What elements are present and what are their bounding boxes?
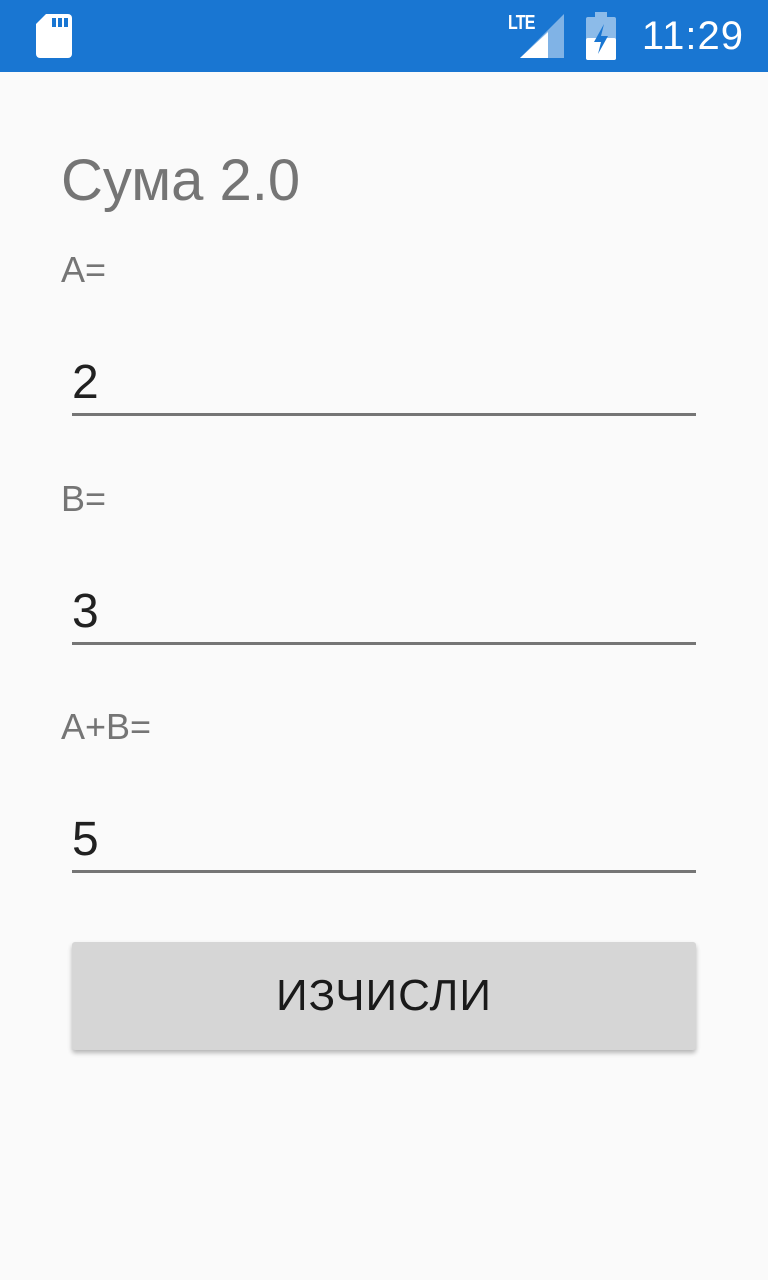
status-clock: 11:29: [641, 14, 744, 58]
app-title: Сума 2.0: [61, 148, 301, 213]
network-type-label: LTE: [508, 12, 535, 34]
label-a: A=: [61, 249, 107, 290]
sd-card-icon: [36, 14, 72, 58]
label-sum: A+B=: [61, 706, 152, 747]
battery-charging-icon: [586, 12, 616, 60]
input-sum[interactable]: [72, 810, 696, 870]
calculate-button[interactable]: ИЗЧИСЛИ: [72, 942, 696, 1050]
input-b[interactable]: [72, 582, 696, 642]
status-bar: LTE 11:29: [0, 0, 768, 72]
label-b: B=: [61, 478, 107, 519]
input-b-container: [72, 582, 696, 645]
input-sum-container: [72, 810, 696, 873]
input-a-container: [72, 353, 696, 416]
input-a[interactable]: [72, 353, 696, 413]
